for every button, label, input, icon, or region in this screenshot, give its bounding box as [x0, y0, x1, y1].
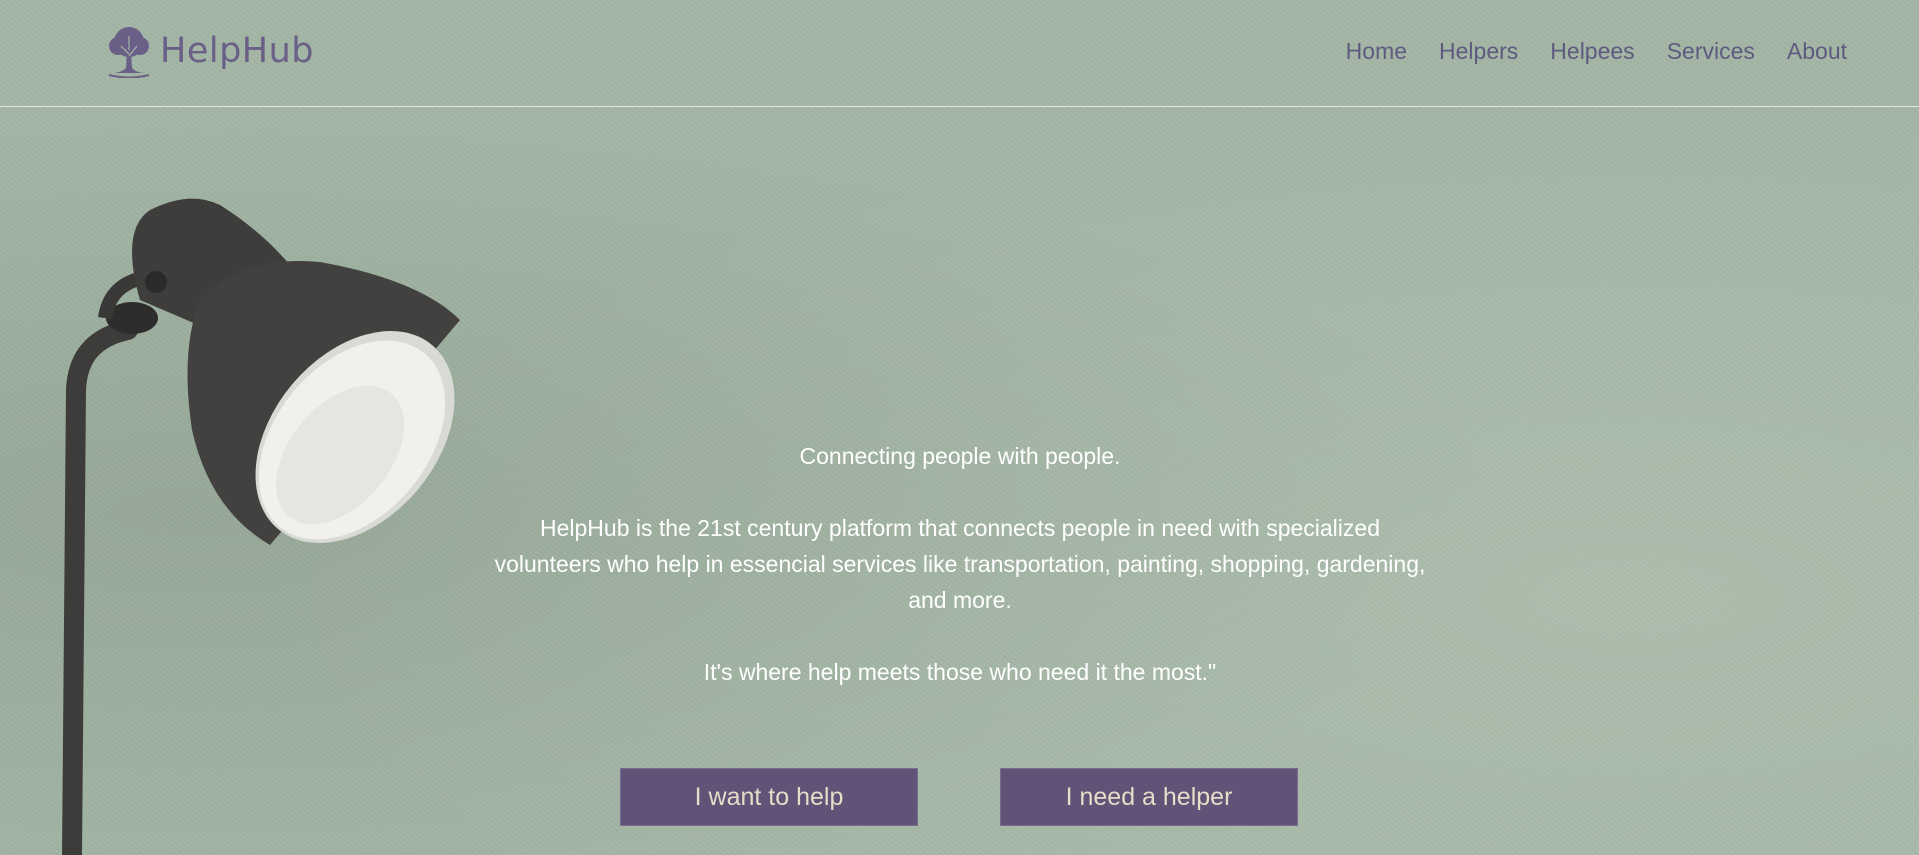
floor-lamp-icon [62, 198, 460, 855]
nav-helpees[interactable]: Helpees [1550, 38, 1634, 65]
want-to-help-button[interactable]: I want to help [620, 768, 918, 826]
hero-closing: It's where help meets those who need it … [703, 659, 1217, 685]
nav-services[interactable]: Services [1667, 38, 1755, 65]
main-nav: Home Helpers Helpees Services About [1346, 38, 1847, 65]
hero-text: Connecting people with people. HelpHub i… [490, 438, 1430, 690]
need-helper-button[interactable]: I need a helper [1000, 768, 1298, 826]
nav-helpers[interactable]: Helpers [1439, 38, 1518, 65]
tree-icon [104, 24, 154, 78]
site-header: HelpHub Home Helpers Helpees Services Ab… [0, 0, 1919, 107]
brand-name: HelpHub [160, 31, 315, 71]
nav-home[interactable]: Home [1346, 38, 1407, 65]
brand-logo[interactable]: HelpHub [104, 24, 314, 78]
hero-description: HelpHub is the 21st century platform tha… [494, 515, 1426, 613]
nav-about[interactable]: About [1787, 38, 1847, 65]
hero-tagline: Connecting people with people. [799, 443, 1121, 469]
